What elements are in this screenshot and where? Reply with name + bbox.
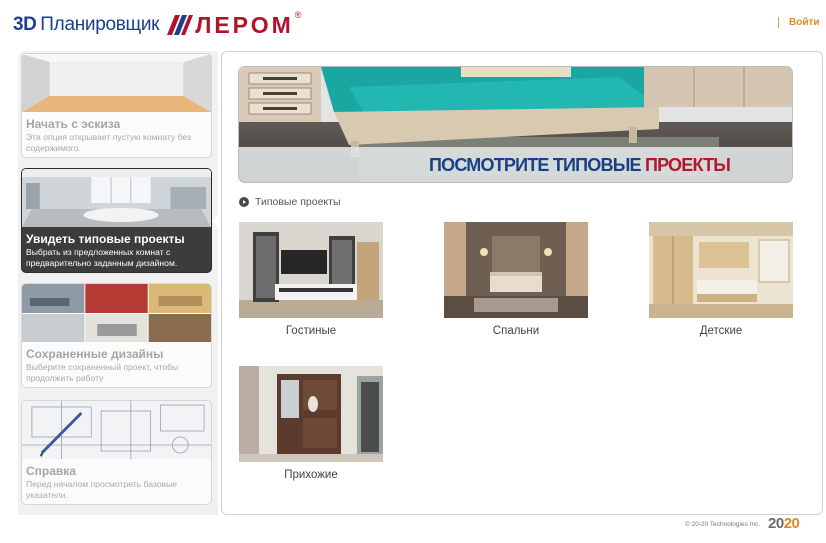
blueprint-thumbnail <box>22 401 211 459</box>
category-living-rooms[interactable]: Гостиные <box>239 222 383 337</box>
logo-planner-text: Планировщик <box>40 14 160 35</box>
living-room-photo <box>239 222 383 318</box>
category-label: Спальни <box>492 325 540 337</box>
sidebar-item-help[interactable]: Справка Перед началом просмотреть базовы… <box>21 400 212 505</box>
brand-mark-icon <box>167 15 194 35</box>
section-heading: Типовые проекты <box>239 196 341 208</box>
section-label: Типовые проекты <box>255 196 341 208</box>
banner-headline-part2: ПРОЕКТЫ <box>644 155 731 175</box>
sidebar-item-title: Начать с эскиза <box>26 117 121 131</box>
app-logo: 3D Планировщик ЛЕРОМ ® <box>13 10 302 38</box>
logo-registered-mark: ® <box>294 10 302 20</box>
sidebar-item-start-sketch[interactable]: Начать с эскиза Эта опция открывает пуст… <box>21 53 212 158</box>
sidebar-item-description: Эта опция открывает пустую комнату без с… <box>26 132 191 153</box>
sidebar: Начать с эскиза Эта опция открывает пуст… <box>18 51 218 515</box>
footer-2020-logo: 2020 <box>768 515 800 532</box>
logo-3d-text: 3D <box>13 14 37 35</box>
bedroom-photo <box>444 222 588 318</box>
footer-logo-part1: 20 <box>768 515 784 532</box>
sidebar-item-typical-projects[interactable]: Увидеть типовые проекты Выбрать из предл… <box>21 168 212 273</box>
bathroom-thumbnail <box>22 169 211 227</box>
sidebar-item-title: Сохраненные дизайны <box>26 347 164 361</box>
category-bedrooms[interactable]: Спальни <box>444 222 588 337</box>
login-separator <box>778 17 779 28</box>
header: 3D Планировщик ЛЕРОМ ® Войти <box>0 0 826 46</box>
footer-logo-part2: 20 <box>783 515 800 532</box>
login-area: Войти <box>778 17 820 28</box>
sidebar-item-description: Выберите сохраненный проект, чтобы продо… <box>26 362 179 383</box>
category-hallways[interactable]: Прихожие <box>239 366 383 481</box>
main-panel: ПОСМОТРИТЕ ТИПОВЫЕ ПРОЕКТЫ Типовые проек… <box>221 51 823 515</box>
category-label: Детские <box>699 325 743 337</box>
copyright-text: © 20-20 Technologies Inc. <box>685 521 761 528</box>
banner-headline-part1: ПОСМОТРИТЕ ТИПОВЫЕ <box>429 155 642 175</box>
typical-projects-banner[interactable]: ПОСМОТРИТЕ ТИПОВЫЕ ПРОЕКТЫ <box>238 66 793 183</box>
sidebar-item-title: Увидеть типовые проекты <box>26 232 185 246</box>
login-link[interactable]: Войти <box>789 17 820 28</box>
play-circle-icon <box>239 197 249 207</box>
banner-headline: ПОСМОТРИТЕ ТИПОВЫЕ ПРОЕКТЫ <box>429 155 731 176</box>
logo-brand-text: ЛЕРОМ <box>195 11 294 38</box>
active-item-pointer <box>212 213 220 229</box>
empty-room-thumbnail <box>22 54 211 112</box>
category-label: Гостиные <box>285 325 337 337</box>
sidebar-item-description: Перед началом просмотреть базовые указат… <box>26 479 178 500</box>
hallway-photo <box>239 366 383 462</box>
sidebar-item-title: Справка <box>26 464 76 478</box>
sidebar-item-saved-designs[interactable]: Сохраненные дизайны Выберите сохраненный… <box>21 283 212 388</box>
category-kids-rooms[interactable]: Детские <box>649 222 793 337</box>
kids-room-photo <box>649 222 793 318</box>
sidebar-item-description: Выбрать из предложенных комнат с предвар… <box>26 247 178 268</box>
saved-rooms-thumbnail <box>22 284 211 342</box>
category-label: Прихожие <box>284 469 338 481</box>
